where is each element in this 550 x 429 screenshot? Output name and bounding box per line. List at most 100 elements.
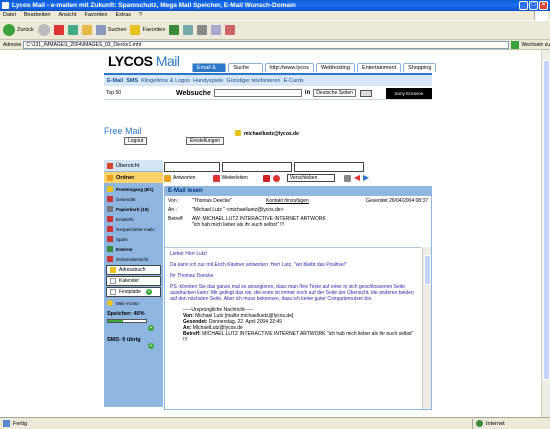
sent-label: Gesendet (116, 196, 136, 202)
message-scroll-thumb[interactable] (424, 255, 431, 285)
tab-webhosting[interactable]: Webhosting (315, 63, 355, 72)
next-arrow-icon[interactable]: ▶ (363, 174, 369, 182)
settings-button[interactable]: Einstellungen (186, 137, 225, 145)
sidebar-item-addressbook[interactable]: Adressbuch (106, 265, 161, 275)
minimize-button[interactable]: _ (519, 1, 528, 10)
delete-icon[interactable] (262, 174, 270, 182)
go-button[interactable]: Wechseln zu (521, 42, 550, 48)
back-arrow-icon (3, 24, 15, 36)
websearch-input[interactable] (213, 89, 302, 97)
harddisk-icon (110, 289, 116, 295)
original-subject-value: MICHAEL LUTZ INTERACTIVE INTERNET ARTWOR… (183, 331, 414, 343)
page-scroll-thumb[interactable] (543, 60, 550, 380)
favorites-button[interactable]: Favoriten (130, 22, 165, 38)
reply-label: Antworten (173, 175, 196, 181)
logout-button[interactable]: Logout (124, 137, 148, 145)
refresh-icon[interactable] (67, 25, 78, 35)
back-button[interactable]: Zurück (3, 22, 34, 38)
tab-lycos-url[interactable]: http://www.lycos (264, 63, 314, 72)
subnav-klingeltoene[interactable]: Klingeltöne & Logos (141, 78, 190, 84)
user-email: michaelluetz@lycos.de (244, 131, 299, 137)
menu-ansicht[interactable]: Ansicht (58, 11, 76, 20)
sidebar-item-overview[interactable]: Übersicht (104, 160, 163, 172)
tab-shopping[interactable]: Shopping (403, 63, 437, 72)
sidebar-item-inbox[interactable]: Posteingang (8/1) (104, 184, 163, 194)
sidebar-item-external[interactable]: Externe (104, 244, 163, 254)
forward-arrow-icon[interactable] (37, 24, 50, 36)
subnav-sms[interactable]: SMS (126, 78, 138, 84)
sidebar-item-folders[interactable]: Ordner (104, 172, 163, 184)
search-go-button[interactable] (359, 89, 372, 97)
sidebar-item-calendar[interactable]: Kalender (106, 276, 161, 286)
section-title: E-Mail lesen (165, 187, 431, 196)
sidebar-item-folder-overview[interactable]: Ordnerübersicht (104, 254, 163, 264)
sidebar-item-drafts[interactable]: Entwürfe (104, 214, 163, 224)
menu-extras[interactable]: Extras (115, 11, 131, 20)
menu-datei[interactable]: Datei (3, 11, 16, 20)
internet-zone-icon (476, 420, 483, 427)
body-ps: PS. könnten Sie das ganze mal so arrangi… (170, 284, 414, 302)
status-text: Fertig (13, 420, 28, 427)
to-value: "Michael Lutz " <michaelluetz@lycos.de> (192, 207, 284, 213)
spam-icon (107, 236, 113, 242)
maximize-button[interactable]: □ (529, 1, 538, 10)
stop-icon[interactable] (53, 25, 64, 35)
drafts-label: Entwürfe (116, 216, 134, 222)
scope-select[interactable]: Deutsche Seiten (313, 89, 356, 97)
sidebar-item-saved[interactable]: Gespeicherte mails (104, 224, 163, 234)
subnav-email[interactable]: E-Mail (107, 78, 123, 84)
print-icon[interactable] (197, 25, 208, 35)
storage-bar (107, 319, 147, 323)
tab-entertainment[interactable]: Entertainment (356, 63, 402, 72)
discuss-icon[interactable] (225, 25, 236, 35)
address-input[interactable]: C:\131_IMMAGES_2004\IMAGES_03_Diecke1.mh… (23, 40, 510, 49)
close-button[interactable]: × (539, 1, 548, 10)
page-icon (3, 420, 10, 427)
overview-icon (107, 162, 113, 169)
tab-email-sms[interactable]: Email & SMS (192, 63, 227, 79)
subnav-handyspiele[interactable]: Handyspiele (193, 78, 223, 84)
search-mail-box[interactable] (294, 162, 364, 172)
logo-mail-text: Mail (155, 53, 180, 69)
sidebar-item-sent[interactable]: Gesendet (104, 194, 163, 204)
external-label: Externe (116, 246, 133, 252)
sidebar-item-spam[interactable]: Spam (104, 234, 163, 244)
spam-report-icon[interactable] (272, 174, 280, 182)
subnav-telefonieren[interactable]: Günstiger telefonieren (226, 78, 280, 84)
body-line-1: Da kann ich nur mit Erich Kästner antwor… (170, 262, 347, 268)
add-storage-icon[interactable]: + (148, 325, 154, 331)
tab-suche[interactable]: Suche (228, 63, 263, 72)
add-contact-link[interactable]: Kontakt hinzufügen (266, 198, 309, 204)
edit-icon[interactable] (211, 25, 222, 35)
saved-label: Gespeicherte mails (116, 226, 155, 232)
sponsor-banner[interactable]: Sony Ericsson (386, 87, 432, 99)
menu-bearbeiten[interactable]: Bearbeiten (24, 11, 51, 20)
top50-link[interactable]: Top 50 (106, 90, 121, 96)
from-label: Von : (168, 198, 180, 204)
move-button[interactable]: Verschieben (286, 174, 335, 182)
go-icon[interactable] (511, 40, 520, 49)
forward-button[interactable]: Weiterleiten (212, 174, 248, 182)
sidebar-item-harddisk[interactable]: Festplatte + (106, 287, 161, 297)
menu-favoriten[interactable]: Favoriten (85, 11, 108, 20)
print-mail-icon[interactable] (343, 174, 351, 182)
previous-arrow-icon[interactable]: ◀ (354, 174, 360, 182)
subnav-ecards[interactable]: E-Cards (283, 78, 303, 84)
message-scrollbar[interactable] (422, 247, 431, 409)
lycos-logo[interactable]: LYCOS Mail (108, 53, 180, 69)
sidebar-item-account[interactable]: Mein Konto (104, 298, 163, 308)
reply-button[interactable]: Antworten (164, 174, 196, 182)
sidebar-item-trash[interactable]: Papierkorb (19) (104, 204, 163, 214)
menu-help[interactable]: ? (139, 11, 142, 20)
home-icon[interactable] (81, 25, 92, 35)
harddisk-label: Festplatte (119, 289, 141, 295)
from-value: "Thomas Deecke" (192, 198, 232, 204)
page-scrollbar[interactable] (541, 50, 550, 417)
mail-icon[interactable] (183, 25, 194, 35)
folder-select-box[interactable] (164, 162, 220, 172)
search-button[interactable]: Suchen (95, 22, 126, 38)
move-target-box[interactable] (222, 162, 292, 172)
forward-label: Weiterleiten (221, 175, 248, 181)
add-sms-icon[interactable]: + (148, 343, 154, 349)
history-icon[interactable] (169, 25, 180, 35)
